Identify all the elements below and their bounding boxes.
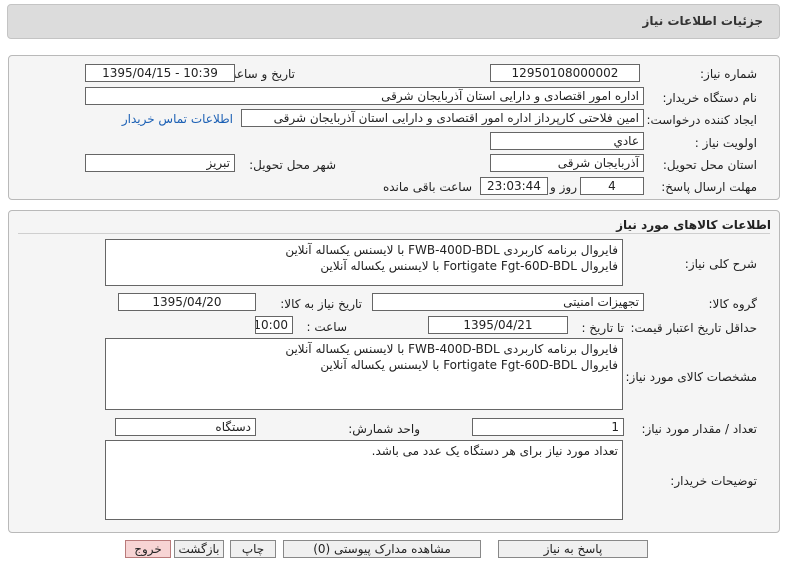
page-header: جزئیات اطلاعات نیاز — [7, 4, 780, 39]
quantity-label: تعداد / مقدار مورد نیاز: — [641, 422, 757, 436]
goods-group-field: تجهیزات امنیتی — [372, 293, 644, 311]
until-date-label: تا تاریخ : — [581, 321, 624, 335]
need-date-label: تاریخ نیاز به کالا: — [280, 297, 362, 311]
days-left-field: 4 — [580, 177, 644, 195]
buyer-org-field: اداره امور اقتصادی و دارایی استان آذربای… — [85, 87, 644, 105]
time-left-field: 23:03:44 — [480, 177, 548, 195]
goods-group-label: گروه کالا: — [708, 297, 758, 311]
unit-label: واحد شمارش: — [348, 422, 420, 436]
unit-field: دستگاه — [115, 418, 256, 436]
time-left-suffix: ساعت باقی مانده — [382, 180, 472, 194]
price-validity-label: حداقل تاریخ اعتبار قیمت: — [630, 321, 757, 335]
back-button[interactable]: بازگشت — [174, 540, 224, 558]
buyer-contact-link[interactable]: اطلاعات تماس خریدار — [122, 112, 233, 126]
creator-field: امین فلاحتی کارپرداز اداره امور اقتصادی … — [241, 109, 644, 127]
summary-field: فایروال برنامه کاربردی FWB-400D-BDL با ل… — [105, 239, 623, 286]
page-title: جزئیات اطلاعات نیاز — [642, 14, 763, 28]
specs-field: فایروال برنامه کاربردی FWB-400D-BDL با ل… — [105, 338, 623, 410]
creator-label: ایجاد کننده درخواست: — [646, 113, 757, 127]
days-suffix: روز و — [550, 180, 577, 194]
validity-date-field: 1395/04/21 — [428, 316, 568, 334]
buyer-notes-label: توضیحات خریدار: — [670, 474, 757, 488]
city-label: شهر محل تحویل: — [249, 158, 336, 172]
validity-hour-label: ساعت : — [306, 320, 347, 334]
reply-to-need-button[interactable]: پاسخ به نیاز — [498, 540, 648, 558]
need-date-field: 1395/04/20 — [118, 293, 256, 311]
buyer-org-label: نام دستگاه خریدار: — [662, 91, 758, 105]
summary-label: شرح کلی نیاز: — [684, 257, 757, 271]
exit-button[interactable]: خروج — [125, 540, 171, 558]
province-label: استان محل تحویل: — [662, 158, 757, 172]
section-divider — [18, 233, 770, 234]
priority-field: عادي — [490, 132, 644, 150]
province-field: آذربایجان شرقی — [490, 154, 644, 172]
validity-time-field: 10:00 — [255, 316, 293, 334]
view-attachments-button[interactable]: مشاهده مدارک پیوستی (0) — [283, 540, 481, 558]
quantity-field: 1 — [472, 418, 624, 436]
specs-label: مشخصات کالای مورد نیاز: — [625, 370, 757, 384]
priority-label: اولویت نیاز : — [694, 136, 757, 150]
print-button[interactable]: چاپ — [230, 540, 276, 558]
need-number-field: 12950108000002 — [490, 64, 640, 82]
announce-date-field: 1395/04/15 - 10:39 — [85, 64, 235, 82]
city-field: تبریز — [85, 154, 235, 172]
need-number-label: شماره نیاز: — [700, 67, 757, 81]
deadline-label: مهلت ارسال پاسخ: — [661, 180, 757, 194]
buyer-notes-field: تعداد مورد نیاز برای هر دستگاه یک عدد می… — [105, 440, 623, 520]
goods-section-title: اطلاعات کالاهای مورد نیاز — [616, 218, 771, 232]
